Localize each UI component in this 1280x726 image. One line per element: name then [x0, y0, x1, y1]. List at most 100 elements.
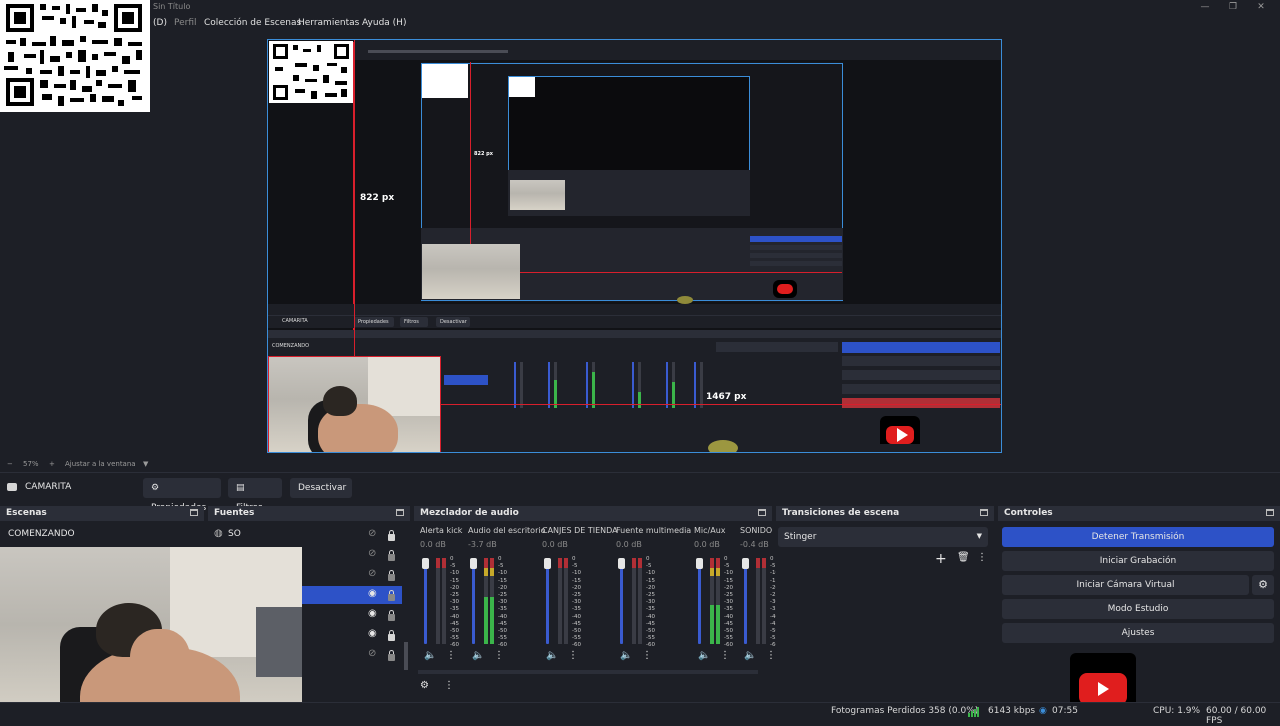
studio-mode-button[interactable]: Modo Estudio — [1002, 599, 1274, 619]
channel-menu-icon[interactable]: ⋮ — [720, 650, 730, 661]
volume-fader[interactable] — [424, 558, 427, 644]
channel-menu-icon[interactable]: ⋮ — [642, 650, 652, 661]
nested-primary-button — [750, 236, 842, 242]
lock-icon[interactable] — [388, 650, 395, 661]
trash-icon[interactable]: 🗑 — [957, 552, 970, 563]
level-meter — [632, 558, 636, 644]
start-recording-button[interactable]: Iniciar Grabación — [1002, 551, 1274, 571]
nested-button — [750, 261, 842, 266]
menu-profile[interactable]: Perfil — [174, 18, 197, 28]
speaker-icon[interactable]: 🔈 — [620, 650, 632, 661]
speaker-icon[interactable]: 🔈 — [744, 650, 756, 661]
speaker-icon[interactable]: 🔈 — [546, 650, 558, 661]
title-bar: Sin Título — ❐ ✕ — [0, 0, 1280, 15]
controls-dock: Controles Detener Transmisión Iniciar Gr… — [998, 506, 1280, 704]
zoom-out-button[interactable]: − — [7, 460, 13, 468]
transition-select[interactable]: Stinger ▼ — [778, 527, 988, 547]
menu-file[interactable]: (D) — [153, 18, 167, 28]
mixer-menu-icon[interactable]: ⋮ — [444, 680, 454, 691]
undock-icon[interactable] — [1266, 509, 1274, 516]
volume-fader[interactable] — [744, 558, 747, 644]
eye-hidden-icon[interactable]: ⊘ — [368, 528, 376, 539]
source-item-label: SO — [228, 529, 241, 539]
nested-filters: Filtros — [400, 317, 428, 327]
fader-knob[interactable] — [544, 558, 551, 569]
filters-button[interactable]: ▤ Filtros — [228, 478, 282, 513]
undock-icon[interactable] — [758, 509, 766, 516]
scrollbar[interactable] — [404, 642, 408, 670]
channel-db: -0.4 dB — [740, 540, 769, 549]
lock-icon[interactable] — [388, 590, 395, 601]
channel-menu-icon[interactable]: ⋮ — [568, 650, 578, 661]
fader-knob[interactable] — [422, 558, 429, 569]
stop-stream-button[interactable]: Detener Transmisión — [1002, 527, 1274, 547]
volume-fader[interactable] — [698, 558, 701, 644]
speaker-icon[interactable]: 🔈 — [698, 650, 710, 661]
undock-icon[interactable] — [190, 509, 198, 516]
lock-icon[interactable] — [388, 570, 395, 581]
transition-menu-icon[interactable]: ⋮ — [977, 552, 987, 563]
fader-knob[interactable] — [470, 558, 477, 569]
minimize-icon[interactable]: — — [1198, 1, 1212, 13]
level-meter — [716, 558, 720, 644]
properties-button[interactable]: ⚙ Propiedades — [143, 478, 221, 513]
settings-button[interactable]: Ajustes — [1002, 623, 1274, 643]
preview-canvas[interactable]: 822 px CAMARITA Propiedades Filtros Desa… — [267, 39, 1002, 453]
sources-title: Fuentes — [214, 508, 255, 518]
nested-menu-line — [368, 50, 508, 53]
source-item[interactable]: ◍ SO — [208, 524, 410, 544]
channel-name: Mic/Aux — [694, 526, 726, 535]
fader-knob[interactable] — [742, 558, 749, 569]
volume-fader[interactable] — [620, 558, 623, 644]
nested-ctrl-1 — [842, 356, 1000, 366]
lock-icon[interactable] — [388, 550, 395, 561]
close-icon[interactable]: ✕ — [1254, 1, 1268, 13]
mixer-settings-icon[interactable]: ⚙ — [420, 680, 429, 691]
virtual-camera-settings-icon[interactable]: ⚙ — [1252, 575, 1274, 595]
menu-help[interactable]: Ayuda (H) — [362, 18, 406, 28]
zoom-in-button[interactable]: + — [49, 460, 55, 468]
channel-menu-icon[interactable]: ⋮ — [446, 650, 456, 661]
speaker-icon[interactable]: 🔈 — [424, 650, 436, 661]
nested-dock-headers — [268, 330, 1001, 338]
nested-ctrl-2 — [842, 370, 1000, 380]
add-icon[interactable]: + — [935, 551, 947, 567]
meter-scale: 0 -5 -10 -15 -20 -25 -30 -35 -40 -45 -50 -55 -60 — [450, 556, 459, 649]
deactivate-button[interactable]: Desactivar — [290, 478, 352, 498]
volume-fader[interactable] — [546, 558, 549, 644]
eye-hidden-icon[interactable]: ⊘ — [368, 548, 376, 559]
speaker-icon[interactable]: 🔈 — [472, 650, 484, 661]
nested-ctrl-4 — [842, 398, 1000, 408]
fit-window-label[interactable]: Ajustar a la ventana — [65, 460, 136, 468]
lock-icon[interactable] — [388, 530, 395, 541]
eye-icon[interactable]: ◉ — [368, 588, 377, 599]
fader-knob[interactable] — [618, 558, 625, 569]
guide-horizontal — [441, 404, 1001, 405]
eye-hidden-icon[interactable]: ⊘ — [368, 568, 376, 579]
lock-icon[interactable] — [388, 630, 395, 641]
start-virtual-camera-button[interactable]: Iniciar Cámara Virtual — [1002, 575, 1249, 595]
eye-icon[interactable]: ◉ — [368, 608, 377, 619]
nested-ctrl-3 — [842, 384, 1000, 394]
lock-icon[interactable] — [388, 610, 395, 621]
undock-icon[interactable] — [980, 509, 988, 516]
nested-qr-2 — [422, 64, 468, 98]
eye-icon[interactable]: ◉ — [368, 628, 377, 639]
webcam-overlay — [0, 547, 302, 720]
channel-menu-icon[interactable]: ⋮ — [766, 650, 776, 661]
restore-icon[interactable]: ❐ — [1226, 1, 1240, 13]
channel-name: SONIDO — [740, 526, 773, 535]
volume-fader[interactable] — [472, 558, 475, 644]
chevron-down-icon[interactable]: ▼ — [143, 460, 148, 468]
menu-scene-collection[interactable]: Colección de Escenas — [204, 18, 301, 28]
source-item-selected[interactable] — [300, 586, 402, 604]
mixer-scrollbar[interactable] — [418, 670, 758, 674]
eye-hidden-icon[interactable]: ⊘ — [368, 648, 376, 659]
bitrate: 6143 kbps — [988, 706, 1036, 716]
channel-menu-icon[interactable]: ⋮ — [494, 650, 504, 661]
menu-tools[interactable]: Herramientas — [298, 18, 359, 28]
fader-knob[interactable] — [696, 558, 703, 569]
nested-mascot — [677, 296, 693, 304]
undock-icon[interactable] — [396, 509, 404, 516]
scene-item[interactable]: COMENZANDO — [0, 524, 204, 544]
